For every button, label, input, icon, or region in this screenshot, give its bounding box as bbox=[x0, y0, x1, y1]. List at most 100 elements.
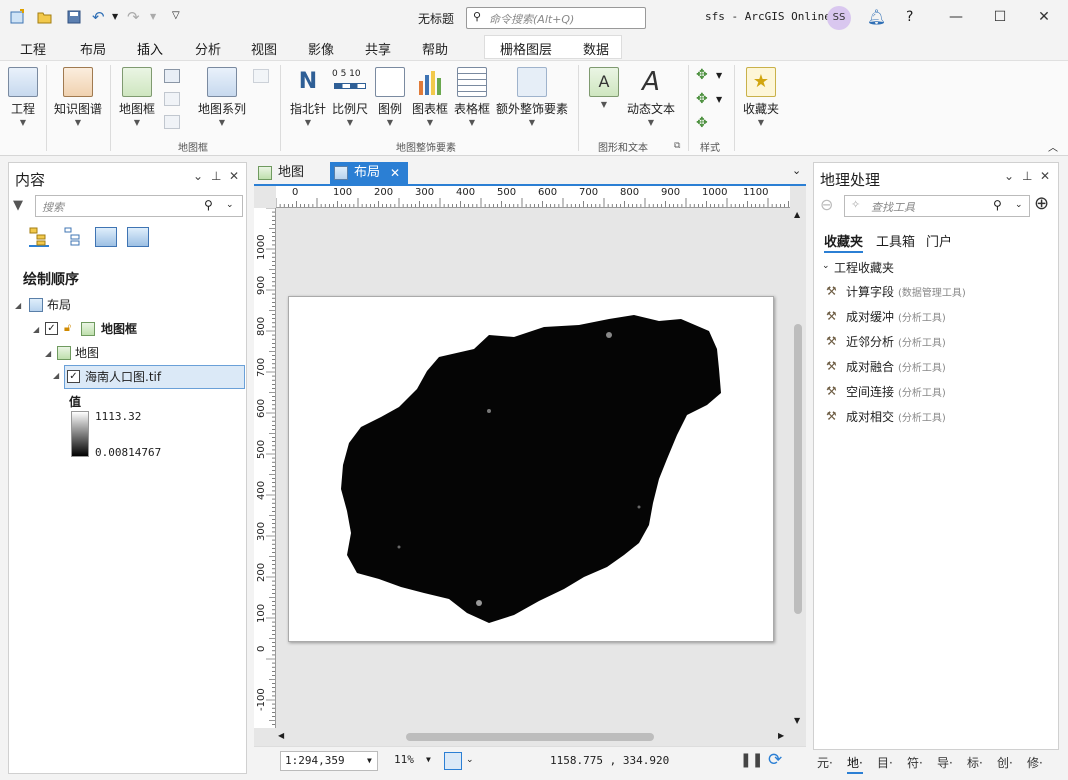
undo-dropdown-icon[interactable]: ▼ bbox=[112, 12, 118, 21]
scroll-left-icon[interactable]: ◀ bbox=[278, 731, 284, 740]
tab-portal[interactable]: 门户 bbox=[926, 231, 952, 250]
collapse-arrow-icon[interactable]: ◢ bbox=[15, 301, 21, 310]
tab-catalog[interactable]: 元· bbox=[817, 754, 833, 771]
layout-view[interactable]: 0 100 200 300 400 500 600 700 800 900 1000 1100 100… bbox=[254, 184, 806, 774]
tree-item-raster-selected[interactable]: ✓ 海南人口图.tif bbox=[64, 365, 245, 389]
tab-symbology[interactable]: 符· bbox=[907, 754, 923, 771]
chart-frame-button[interactable]: 图表框 ▼ bbox=[410, 67, 450, 127]
project-button[interactable]: 工程 ▼ bbox=[8, 67, 38, 127]
extra-elements-button[interactable]: 额外整饰要素 ▼ bbox=[494, 67, 570, 127]
find-tools-input[interactable]: ✧ 查找工具 ⚲ ⌄ bbox=[844, 195, 1030, 217]
undo-icon[interactable]: ↶ bbox=[92, 8, 105, 26]
tab-analysis[interactable]: 分析 bbox=[195, 39, 221, 58]
collapse-arrow-icon[interactable]: ◢ bbox=[45, 349, 51, 358]
tab-raster-layer[interactable]: 栅格图层 bbox=[500, 39, 552, 58]
grid-icon[interactable] bbox=[164, 69, 180, 83]
redo-dropdown-icon[interactable]: ▼ bbox=[150, 12, 156, 21]
avatar[interactable]: SS bbox=[827, 6, 851, 30]
list-by-source-icon[interactable] bbox=[63, 227, 83, 247]
lock-icon[interactable]: 🔓︎ bbox=[64, 321, 71, 335]
tab-contents[interactable]: 目· bbox=[877, 754, 893, 771]
add-toolbox-icon[interactable]: ⊕ bbox=[1034, 193, 1049, 214]
pin-icon[interactable]: ⊥ bbox=[1022, 169, 1032, 183]
close-tab-icon[interactable]: ✕ bbox=[390, 162, 400, 184]
maximize-button[interactable]: ☐ bbox=[986, 6, 1014, 28]
tab-favorites[interactable]: 收藏夹 bbox=[824, 231, 864, 253]
scroll-right-icon[interactable]: ▶ bbox=[778, 731, 784, 740]
save-icon[interactable] bbox=[66, 9, 82, 25]
pane-options-icon[interactable]: ⌄ bbox=[193, 169, 203, 183]
tab-imagery[interactable]: 影像 bbox=[308, 39, 334, 58]
visibility-checkbox[interactable]: ✓ bbox=[67, 370, 80, 383]
style-add-icon[interactable]: ✥ bbox=[696, 67, 708, 83]
tab-insert[interactable]: 插入 bbox=[133, 39, 167, 62]
tree-item-map[interactable]: 地图 bbox=[75, 344, 99, 362]
style-import-icon[interactable]: ✥ bbox=[696, 91, 708, 107]
tree-item-raster[interactable]: 海南人口图.tif bbox=[85, 368, 161, 386]
tree-item-layout[interactable]: 布局 bbox=[47, 296, 71, 314]
tab-help[interactable]: 帮助 bbox=[422, 39, 448, 58]
snapping-icon[interactable] bbox=[444, 752, 462, 770]
pane-options-icon[interactable]: ⌄ bbox=[1004, 169, 1014, 183]
dynamic-text-button[interactable]: A 动态文本 ▼ bbox=[624, 67, 678, 127]
tab-project[interactable]: 工程 bbox=[20, 39, 46, 58]
close-pane-icon[interactable]: ✕ bbox=[1040, 169, 1050, 183]
tab-layout[interactable]: 布局 bbox=[80, 39, 106, 58]
tab-layout-view[interactable]: 布局 ✕ bbox=[330, 162, 408, 184]
map-frame-button[interactable]: 地图框 ▼ bbox=[116, 67, 158, 127]
tab-view[interactable]: 视图 bbox=[251, 39, 277, 58]
list-by-drawing-order-icon[interactable] bbox=[29, 227, 49, 247]
close-button[interactable]: ✕ bbox=[1030, 6, 1058, 28]
back-arrow-icon[interactable]: ⊖ bbox=[820, 195, 833, 214]
dialog-launcher-icon[interactable]: ⧉ bbox=[674, 141, 680, 151]
collapse-arrow-icon[interactable]: ◢ bbox=[53, 371, 59, 380]
pause-drawing-icon[interactable]: ❚❚ bbox=[740, 752, 763, 768]
command-search-input[interactable]: ⚲ 命令搜索(Alt+Q) bbox=[466, 7, 646, 29]
legend-button[interactable]: 图例 ▼ bbox=[372, 67, 408, 127]
customize-qat-icon[interactable]: ▽ bbox=[172, 10, 180, 21]
text-graphic-button[interactable]: A ▼ bbox=[588, 67, 620, 109]
vertical-scroll-thumb[interactable] bbox=[794, 324, 802, 614]
tab-create[interactable]: 创· bbox=[997, 754, 1013, 771]
tab-labeling[interactable]: 标· bbox=[967, 754, 983, 771]
scroll-up-icon[interactable]: ▲ bbox=[794, 210, 800, 219]
style-manage-icon[interactable]: ✥ bbox=[696, 115, 708, 131]
layout-page[interactable] bbox=[288, 296, 774, 642]
project-favorites-heading[interactable]: 工程收藏夹 bbox=[834, 259, 894, 276]
scale-bar-button[interactable]: 0 5 10 比例尺 ▼ bbox=[330, 67, 370, 127]
pin-icon[interactable]: ⊥ bbox=[211, 169, 221, 183]
tab-list-chevron-icon[interactable]: ⌄ bbox=[792, 164, 801, 177]
refresh-icon[interactable]: ⟳ bbox=[768, 750, 782, 770]
tab-geoprocessing[interactable]: 地· bbox=[847, 754, 863, 774]
help-button[interactable]: ? bbox=[906, 9, 913, 25]
tab-share[interactable]: 共享 bbox=[365, 39, 391, 58]
tab-modify[interactable]: 修· bbox=[1027, 754, 1043, 771]
redo-icon[interactable]: ↷ bbox=[127, 8, 140, 26]
tree-item-map-frame[interactable]: 地图框 bbox=[101, 320, 137, 338]
collapse-ribbon-icon[interactable]: ︿ bbox=[1048, 139, 1058, 154]
zoom-combobox[interactable]: 11% ▼ bbox=[390, 751, 436, 771]
chevron-down-icon[interactable]: ▼ bbox=[716, 95, 722, 104]
map-series-button[interactable]: 地图系列 ▼ bbox=[196, 67, 248, 127]
collapse-arrow-icon[interactable]: ◢ bbox=[33, 325, 39, 334]
vertical-scrollbar[interactable]: ▲ ▼ bbox=[792, 208, 804, 728]
scroll-down-icon[interactable]: ▼ bbox=[794, 716, 800, 725]
knowledge-graph-button[interactable]: 知识图谱 ▼ bbox=[52, 67, 104, 127]
new-project-icon[interactable] bbox=[10, 9, 26, 25]
tab-toolboxes[interactable]: 工具箱 bbox=[876, 231, 915, 250]
open-folder-icon[interactable] bbox=[37, 9, 53, 25]
favorites-button[interactable]: ★ 收藏夹 ▼ bbox=[740, 67, 782, 127]
tab-export[interactable]: 导· bbox=[937, 754, 953, 771]
list-by-editing-icon[interactable] bbox=[127, 227, 149, 247]
visibility-checkbox[interactable]: ✓ bbox=[45, 322, 58, 335]
table-frame-button[interactable]: 表格框 ▼ bbox=[452, 67, 492, 127]
horizontal-scroll-thumb[interactable] bbox=[406, 733, 654, 741]
filter-icon[interactable]: ▼ bbox=[13, 198, 23, 213]
horizontal-scrollbar[interactable]: ◀ ▶ bbox=[276, 731, 790, 743]
chevron-down-icon[interactable]: ⌄ bbox=[466, 755, 474, 765]
tab-map-view[interactable]: 地图 bbox=[254, 162, 324, 184]
signed-in-user[interactable]: sfs - ArcGIS Online bbox=[705, 10, 831, 23]
map-frame-raster[interactable] bbox=[289, 297, 775, 643]
close-pane-icon[interactable]: ✕ bbox=[229, 169, 239, 183]
notification-bell-icon[interactable]: 🔔︎ bbox=[867, 8, 886, 26]
